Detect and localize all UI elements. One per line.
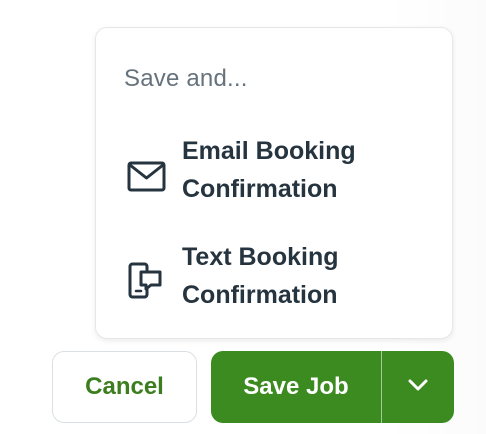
phone-message-icon bbox=[127, 262, 167, 302]
save-options-dropdown-toggle[interactable] bbox=[382, 351, 454, 423]
save-job-split-button: Save Job bbox=[211, 351, 454, 423]
chevron-down-icon bbox=[405, 372, 431, 403]
text-booking-confirmation-option[interactable]: Text Booking Confirmation bbox=[96, 238, 452, 318]
envelope-icon bbox=[127, 157, 167, 197]
save-job-screen: Save and... Email Booking Confirmation T… bbox=[0, 0, 486, 434]
text-option-label: Text Booking Confirmation bbox=[182, 243, 339, 309]
email-booking-confirmation-option[interactable]: Email Booking Confirmation bbox=[96, 132, 452, 212]
save-job-button[interactable]: Save Job bbox=[211, 351, 381, 423]
save-options-menu: Save and... Email Booking Confirmation T… bbox=[95, 27, 453, 339]
email-option-label: Email Booking Confirmation bbox=[182, 137, 356, 203]
cancel-button[interactable]: Cancel bbox=[52, 351, 197, 423]
menu-heading: Save and... bbox=[124, 65, 248, 92]
